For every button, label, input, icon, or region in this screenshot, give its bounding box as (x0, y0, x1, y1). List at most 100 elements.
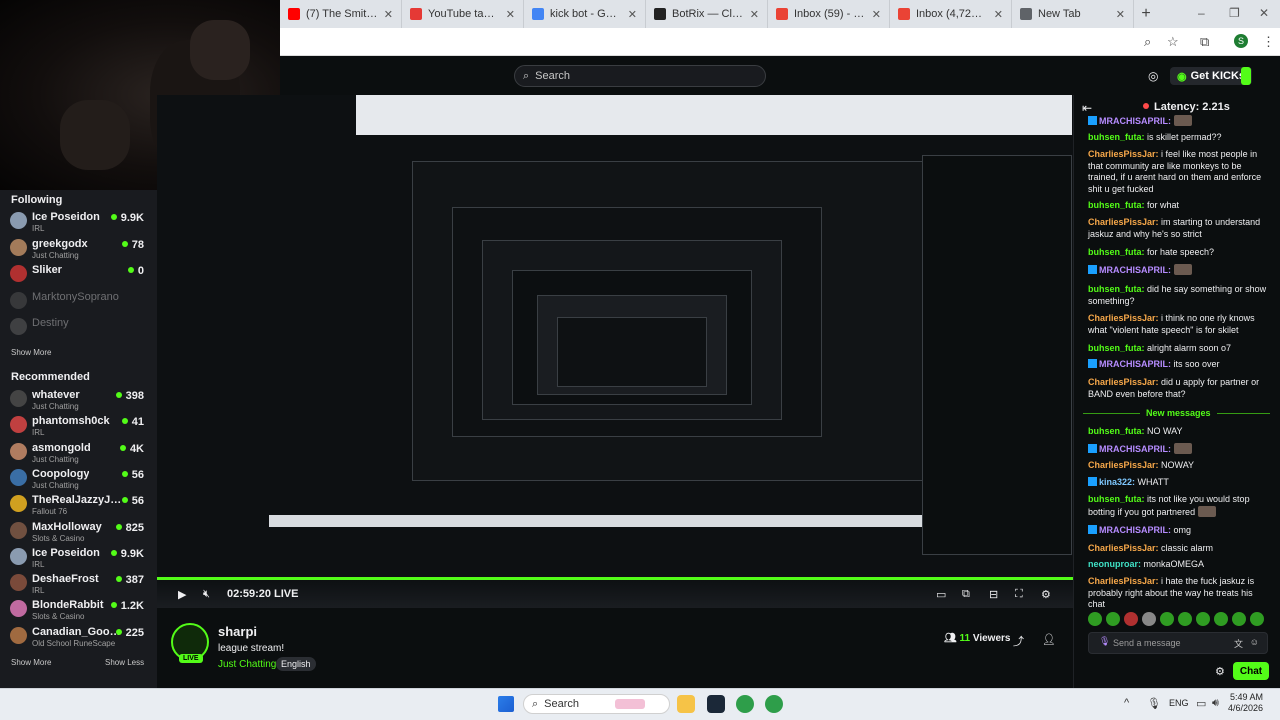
steam-icon[interactable] (707, 695, 725, 713)
chat-username[interactable]: CharliesPissJar: (1088, 217, 1159, 227)
close-tab-icon[interactable]: ✕ (872, 8, 881, 21)
emote-button[interactable] (1232, 612, 1246, 626)
chat-send-button[interactable]: Chat (1233, 662, 1269, 680)
chat-username[interactable]: neonuproar: (1088, 559, 1141, 569)
following-channel[interactable]: greekgodx Just Chatting 78 (10, 236, 144, 262)
chat-username[interactable]: buhsen_futa: (1088, 426, 1145, 436)
play-icon[interactable]: ▶ (178, 588, 186, 601)
browser-tab[interactable]: kick bot - Google Sea ✕ (524, 0, 646, 28)
recommended-channel[interactable]: DeshaeFrost IRL 387 (10, 571, 144, 597)
emote-button[interactable] (1142, 612, 1156, 626)
emote-button[interactable] (1178, 612, 1192, 626)
new-messages-label[interactable]: New messages (1140, 408, 1217, 418)
settings-icon[interactable]: ⚙ (1041, 588, 1051, 601)
chat-username[interactable]: buhsen_futa: (1088, 132, 1145, 142)
profile-avatar[interactable]: S (1234, 34, 1248, 48)
network-icon[interactable]: ▭ (1196, 697, 1206, 710)
chat-username[interactable]: CharliesPissJar: (1088, 149, 1159, 159)
tray-chevron-icon[interactable]: ^ (1124, 697, 1129, 709)
browser-tab[interactable]: (7) The Smiths - I Kno ✕ (280, 0, 402, 28)
browser-tab[interactable]: Inbox (4,721) - sharp ✕ (890, 0, 1012, 28)
browser-tab[interactable]: YouTube takes down ✕ (402, 0, 524, 28)
emote-button[interactable] (1160, 612, 1174, 626)
emote-button[interactable] (1250, 612, 1264, 626)
browser-tab[interactable]: BotRix — Cloud Strea ✕ (646, 0, 768, 28)
recommended-channel[interactable]: Ice Poseidon IRL 9.9K (10, 545, 144, 571)
close-tab-icon[interactable]: ✕ (628, 8, 637, 21)
close-tab-icon[interactable]: ✕ (384, 8, 393, 21)
collapse-chat-icon[interactable]: ⇤ (1082, 101, 1092, 115)
volume-icon[interactable]: 🔊︎ (1212, 697, 1219, 710)
chat-input[interactable]: 🎙︎ Send a message 文 ☺ (1088, 632, 1268, 654)
chat-username[interactable]: CharliesPissJar: (1088, 460, 1159, 470)
get-kicks-button[interactable]: ◉ Get KICKs (1170, 67, 1253, 85)
stream-language-tag[interactable]: English (276, 657, 316, 671)
following-channel[interactable]: Sliker 0 (10, 262, 144, 288)
streamer-name[interactable]: sharpi (218, 624, 257, 639)
chat-username[interactable]: buhsen_futa: (1088, 247, 1145, 257)
close-tab-icon[interactable]: ✕ (1116, 8, 1125, 21)
mic-icon[interactable]: 🎙︎ (1099, 636, 1110, 647)
follow-icon[interactable]: 👤︎ (1042, 633, 1056, 646)
recommended-channel[interactable]: Canadian_Goose9...Old School RuneScape 22… (10, 624, 144, 650)
close-tab-icon[interactable]: ✕ (506, 8, 515, 21)
minimize-icon[interactable]: – (1198, 6, 1205, 20)
chat-username[interactable]: CharliesPissJar: (1088, 543, 1159, 553)
mic-tray-icon[interactable]: 🎙︎ (1147, 697, 1161, 710)
show-more-recommended[interactable]: Show More (11, 658, 51, 667)
chat-username[interactable]: MRACHISAPRIL: (1099, 116, 1171, 126)
emote-button[interactable] (1196, 612, 1210, 626)
recommended-channel[interactable]: BlondeRabbit Slots & Casino 1.2K (10, 597, 144, 623)
recommended-channel[interactable]: asmongold Just Chatting 4K (10, 440, 144, 466)
chat-username[interactable]: CharliesPissJar: (1088, 576, 1159, 586)
chat-username[interactable]: buhsen_futa: (1088, 284, 1145, 294)
following-channel[interactable]: MarktonySoprano (10, 289, 144, 315)
input-language[interactable]: ENG (1169, 698, 1189, 708)
search-input[interactable]: ⌕ Search (514, 65, 766, 87)
chrome-profile-icon[interactable] (765, 695, 783, 713)
recommended-channel[interactable]: phantomsh0ck IRL 41 (10, 413, 144, 439)
mute-icon[interactable]: 🔇︎ (203, 588, 210, 601)
video-player[interactable] (157, 95, 1073, 608)
emote-button[interactable] (1106, 612, 1120, 626)
browser-tab[interactable]: New Tab ✕ (1012, 0, 1134, 28)
chat-username[interactable]: buhsen_futa: (1088, 343, 1145, 353)
new-tab-button[interactable]: + (1134, 5, 1158, 23)
clock[interactable]: 5:49 AM 4/6/2026 (1228, 692, 1263, 714)
chat-username[interactable]: MRACHISAPRIL: (1099, 525, 1171, 535)
restore-icon[interactable]: ❐ (1229, 6, 1240, 20)
emote-button[interactable] (1124, 612, 1138, 626)
chat-username[interactable]: CharliesPissJar: (1088, 377, 1159, 387)
close-window-icon[interactable]: ✕ (1259, 6, 1269, 20)
following-channel[interactable]: Destiny (10, 315, 144, 341)
following-channel[interactable]: Ice Poseidon IRL 9.9K (10, 209, 144, 235)
chat-username[interactable]: MRACHISAPRIL: (1099, 359, 1171, 369)
close-tab-icon[interactable]: ✕ (750, 8, 759, 21)
zoom-icon[interactable]: ⌕ (1144, 34, 1151, 50)
menu-icon[interactable]: ⋮ (1262, 34, 1275, 50)
stream-category[interactable]: Just Chatting (218, 659, 276, 670)
file-explorer-icon[interactable] (677, 695, 695, 713)
recommended-channel[interactable]: MaxHolloway Slots & Casino 825 (10, 519, 144, 545)
start-icon[interactable] (498, 696, 514, 712)
chat-username[interactable]: buhsen_futa: (1088, 494, 1145, 504)
chat-username[interactable]: CharliesPissJar: (1088, 313, 1159, 323)
show-less-recommended[interactable]: Show Less (105, 658, 144, 667)
emote-button[interactable] (1088, 612, 1102, 626)
chrome-icon[interactable] (736, 695, 754, 713)
recommended-channel[interactable]: whatever Just Chatting 398 (10, 387, 144, 413)
emote-button[interactable] (1214, 612, 1228, 626)
emoji-icon[interactable]: ☺ (1250, 637, 1259, 647)
clip-icon[interactable]: ⊟ (989, 588, 998, 601)
bookmark-star-icon[interactable]: ☆ (1167, 34, 1179, 50)
chat-settings-icon[interactable]: ⚙ (1215, 665, 1225, 678)
chat-username[interactable]: kina322: (1099, 477, 1135, 487)
recommended-channel[interactable]: TheRealJazzyJay Fallout 76 56 (10, 492, 144, 518)
share-icon[interactable]: ⤴ (1013, 633, 1024, 649)
show-more-following[interactable]: Show More (11, 348, 51, 357)
user-avatar[interactable] (1241, 67, 1251, 85)
fullscreen-icon[interactable]: ⛶ (1015, 588, 1023, 601)
chat-username[interactable]: MRACHISAPRIL: (1099, 265, 1171, 275)
browser-tab[interactable]: Inbox (59) - buhsen1 ✕ (768, 0, 890, 28)
translate-icon[interactable]: 文 (1234, 637, 1243, 650)
